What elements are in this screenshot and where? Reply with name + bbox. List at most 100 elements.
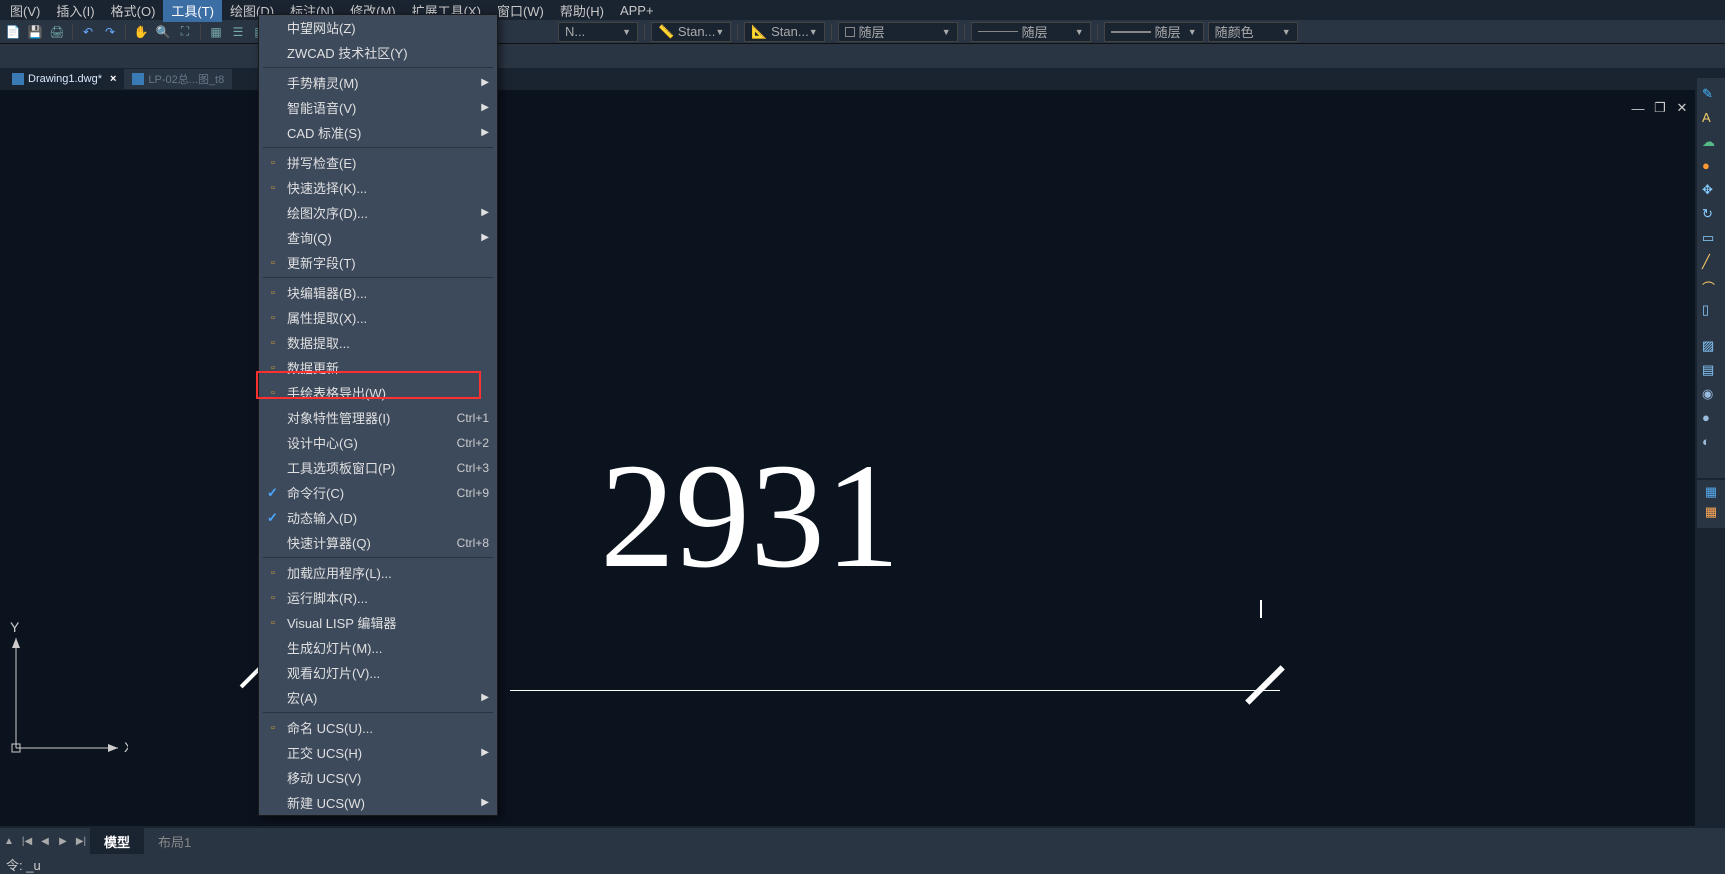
menu-item-20[interactable]: 工具选项板窗口(P)Ctrl+3 — [259, 455, 497, 480]
doc-tab-drawing1[interactable]: Drawing1.dwg* × — [4, 69, 124, 89]
menu-insert[interactable]: 插入(I) — [48, 0, 102, 22]
hatch-icon[interactable]: ▨ — [1702, 338, 1720, 356]
restore-button[interactable]: ❐ — [1652, 100, 1668, 116]
menu-separator — [263, 712, 493, 713]
menu-item-15[interactable]: ▫数据提取... — [259, 330, 497, 355]
tab-last-icon[interactable]: ▶| — [72, 832, 90, 850]
combo-layer-color[interactable]: 随层▼ — [838, 22, 958, 42]
menu-item-16[interactable]: ▫数据更新... — [259, 355, 497, 380]
misc-icon[interactable]: ◐ — [1702, 434, 1720, 452]
combo-dimstyle[interactable]: 📐 Stan...▼ — [744, 22, 824, 42]
check-icon: ✓ — [267, 510, 278, 526]
drawing-canvas[interactable]: 2931 X Y — [0, 90, 1695, 826]
menu-item-0[interactable]: 中望网站(Z) — [259, 15, 497, 40]
move-icon[interactable]: ✥ — [1702, 182, 1720, 200]
menu-item-25[interactable]: ▫加载应用程序(L)... — [259, 560, 497, 585]
menu-item-33[interactable]: 正交 UCS(H)▶ — [259, 740, 497, 765]
menu-item-14[interactable]: ▫属性提取(X)... — [259, 305, 497, 330]
doc-tab-label: Drawing1.dwg* — [28, 73, 102, 85]
menu-item-label: ZWCAD 技术社区(Y) — [287, 43, 408, 62]
menu-window[interactable]: 窗口(W) — [489, 0, 552, 22]
command-line[interactable]: 令: _u — [0, 854, 1725, 874]
menu-item-17[interactable]: ▫手绘表格导出(W) — [259, 380, 497, 405]
menu-item-label: CAD 标准(S) — [287, 123, 361, 142]
layer-icon[interactable]: ▦ — [207, 23, 225, 41]
menu-item-18[interactable]: 对象特性管理器(I)Ctrl+1 — [259, 405, 497, 430]
menu-item-13[interactable]: ▫块编辑器(B)... — [259, 280, 497, 305]
tab-first-icon[interactable]: |◀ — [18, 832, 36, 850]
close-button[interactable]: ✕ — [1674, 100, 1690, 116]
menu-item-23[interactable]: 快速计算器(Q)Ctrl+8 — [259, 530, 497, 555]
rect-icon[interactable]: ▭ — [1702, 230, 1720, 248]
menu-format[interactable]: 格式(O) — [103, 0, 164, 22]
palette-icon-2[interactable]: ▦ — [1705, 504, 1717, 520]
menu-item-19[interactable]: 设计中心(G)Ctrl+2 — [259, 430, 497, 455]
combo-plotcolor[interactable]: 随颜色▼ — [1208, 22, 1298, 42]
menu-item-34[interactable]: 移动 UCS(V) — [259, 765, 497, 790]
menu-item-32[interactable]: ▫命名 UCS(U)... — [259, 715, 497, 740]
tab-scroll-up-icon[interactable]: ▲ — [0, 832, 18, 850]
menu-item-35[interactable]: 新建 UCS(W)▶ — [259, 790, 497, 815]
palette-icon-1[interactable]: ▦ — [1705, 484, 1717, 500]
menu-item-4[interactable]: 智能语音(V)▶ — [259, 95, 497, 120]
menu-item-26[interactable]: ▫运行脚本(R)... — [259, 585, 497, 610]
submenu-arrow-icon: ▶ — [481, 692, 489, 703]
menu-item-30[interactable]: 宏(A)▶ — [259, 685, 497, 710]
menu-separator — [263, 67, 493, 68]
menu-item-5[interactable]: CAD 标准(S)▶ — [259, 120, 497, 145]
doc-tab-lp02[interactable]: LP-02总...图_t8 — [124, 69, 232, 89]
menu-item-8[interactable]: ▫快速选择(K)... — [259, 175, 497, 200]
layout1-tab[interactable]: 布局1 — [144, 828, 205, 855]
ref-icon: ▫ — [265, 360, 281, 376]
line-icon[interactable]: ╱ — [1702, 254, 1720, 272]
menu-item-29[interactable]: 观看幻灯片(V)... — [259, 660, 497, 685]
combo-lineweight[interactable]: 随层▼ — [1104, 22, 1204, 42]
new-icon[interactable]: 📄 — [4, 23, 22, 41]
menu-app[interactable]: APP+ — [612, 1, 662, 20]
sphere-icon[interactable]: ● — [1702, 410, 1720, 428]
properties-icon[interactable]: ☰ — [229, 23, 247, 41]
zoom-extents-icon[interactable]: ⛶ — [176, 23, 194, 41]
undo-icon[interactable]: ↶ — [79, 23, 97, 41]
tab-prev-icon[interactable]: ◀ — [36, 832, 54, 850]
pencil-icon[interactable]: ✎ — [1702, 86, 1720, 104]
menu-item-7[interactable]: ▫拼写检查(E) — [259, 150, 497, 175]
menu-item-10[interactable]: 查询(Q)▶ — [259, 225, 497, 250]
menu-item-21[interactable]: ✓命令行(C)Ctrl+9 — [259, 480, 497, 505]
child-window-controls: — ❐ ✕ — [1630, 100, 1690, 116]
menu-tools[interactable]: 工具(T) — [163, 0, 222, 22]
menu-view[interactable]: 图(V) — [2, 0, 48, 22]
grad-icon[interactable]: ▤ — [1702, 362, 1720, 380]
cloud-icon[interactable]: ☁ — [1702, 134, 1720, 152]
scr-icon: ▫ — [265, 590, 281, 606]
circle-icon[interactable]: ◉ — [1702, 386, 1720, 404]
model-tab[interactable]: 模型 — [90, 828, 144, 855]
save-icon[interactable]: 💾 — [26, 23, 44, 41]
minimize-button[interactable]: — — [1630, 100, 1646, 116]
menu-item-22[interactable]: ✓动态输入(D) — [259, 505, 497, 530]
arc-icon[interactable]: ⌒ — [1702, 278, 1720, 296]
close-tab-icon[interactable]: × — [110, 73, 116, 85]
pan-icon[interactable]: ✋ — [132, 23, 150, 41]
rect2-icon[interactable]: ▯ — [1702, 302, 1720, 320]
text-icon[interactable]: A — [1702, 110, 1720, 128]
menu-item-28[interactable]: 生成幻灯片(M)... — [259, 635, 497, 660]
menu-help[interactable]: 帮助(H) — [552, 0, 612, 22]
ucs-axis-icon: X Y — [8, 618, 128, 758]
menu-item-9[interactable]: 绘图次序(D)...▶ — [259, 200, 497, 225]
combo-n[interactable]: N...▼ — [558, 22, 638, 42]
redo-icon[interactable]: ↷ — [101, 23, 119, 41]
combo-textstyle[interactable]: 📏 Stan...▼ — [651, 22, 731, 42]
dot-icon[interactable]: ● — [1702, 158, 1720, 176]
menu-item-11[interactable]: ▫更新字段(T) — [259, 250, 497, 275]
menu-shortcut: Ctrl+2 — [457, 436, 489, 450]
zoom-icon[interactable]: 🔍 — [154, 23, 172, 41]
menu-item-3[interactable]: 手势精灵(M)▶ — [259, 70, 497, 95]
print-icon[interactable]: 🖨 — [48, 23, 66, 41]
tab-next-icon[interactable]: ▶ — [54, 832, 72, 850]
rotate-icon[interactable]: ↻ — [1702, 206, 1720, 224]
menu-item-27[interactable]: ▫Visual LISP 编辑器 — [259, 610, 497, 635]
combo-linetype[interactable]: 随层▼ — [971, 22, 1091, 42]
menu-item-label: 加载应用程序(L)... — [287, 563, 392, 582]
menu-item-1[interactable]: ZWCAD 技术社区(Y) — [259, 40, 497, 65]
